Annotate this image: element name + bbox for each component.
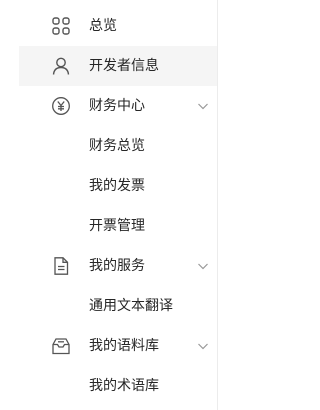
sidebar-item-invoice-management[interactable]: 开票管理 bbox=[0, 206, 217, 246]
chevron-down-icon[interactable] bbox=[197, 341, 209, 351]
yen-circle-icon bbox=[51, 96, 71, 116]
chevron-down-icon[interactable] bbox=[197, 261, 209, 271]
sidebar-item-label: 财务总览 bbox=[89, 138, 145, 154]
sidebar-item-label: 我的发票 bbox=[89, 178, 145, 194]
sidebar-item-my-corpus[interactable]: 我的语料库 bbox=[0, 326, 217, 366]
sidebar-item-finance-overview[interactable]: 财务总览 bbox=[0, 126, 217, 166]
sidebar-item-label: 我的服务 bbox=[89, 258, 145, 274]
inbox-icon bbox=[51, 336, 71, 356]
sidebar-item-label: 开票管理 bbox=[89, 218, 145, 234]
document-icon bbox=[51, 256, 71, 276]
sidebar-item-label: 开发者信息 bbox=[89, 58, 159, 74]
sidebar-nav: 总览 开发者信息 财务中心 财务总览 我的发票 开票管理 我的服务 通用文本翻译… bbox=[0, 0, 218, 410]
content-area bbox=[218, 0, 256, 410]
sidebar-item-developer-info[interactable]: 开发者信息 bbox=[19, 46, 217, 86]
sidebar-item-label: 我的语料库 bbox=[89, 338, 159, 354]
sidebar-item-label: 财务中心 bbox=[89, 98, 145, 114]
sidebar-item-general-text-translation[interactable]: 通用文本翻译 bbox=[0, 286, 217, 326]
user-icon bbox=[51, 56, 71, 76]
sidebar-item-label: 我的术语库 bbox=[89, 378, 159, 394]
sidebar-item-my-termbase[interactable]: 我的术语库 bbox=[0, 366, 217, 406]
sidebar-item-label: 总览 bbox=[89, 18, 117, 34]
sidebar-item-overview[interactable]: 总览 bbox=[0, 6, 217, 46]
sidebar-item-finance-center[interactable]: 财务中心 bbox=[0, 86, 217, 126]
sidebar-item-my-invoices[interactable]: 我的发票 bbox=[0, 166, 217, 206]
grid-icon bbox=[51, 16, 71, 36]
chevron-down-icon[interactable] bbox=[197, 101, 209, 111]
sidebar-item-label: 通用文本翻译 bbox=[89, 298, 173, 314]
sidebar-item-my-services[interactable]: 我的服务 bbox=[0, 246, 217, 286]
